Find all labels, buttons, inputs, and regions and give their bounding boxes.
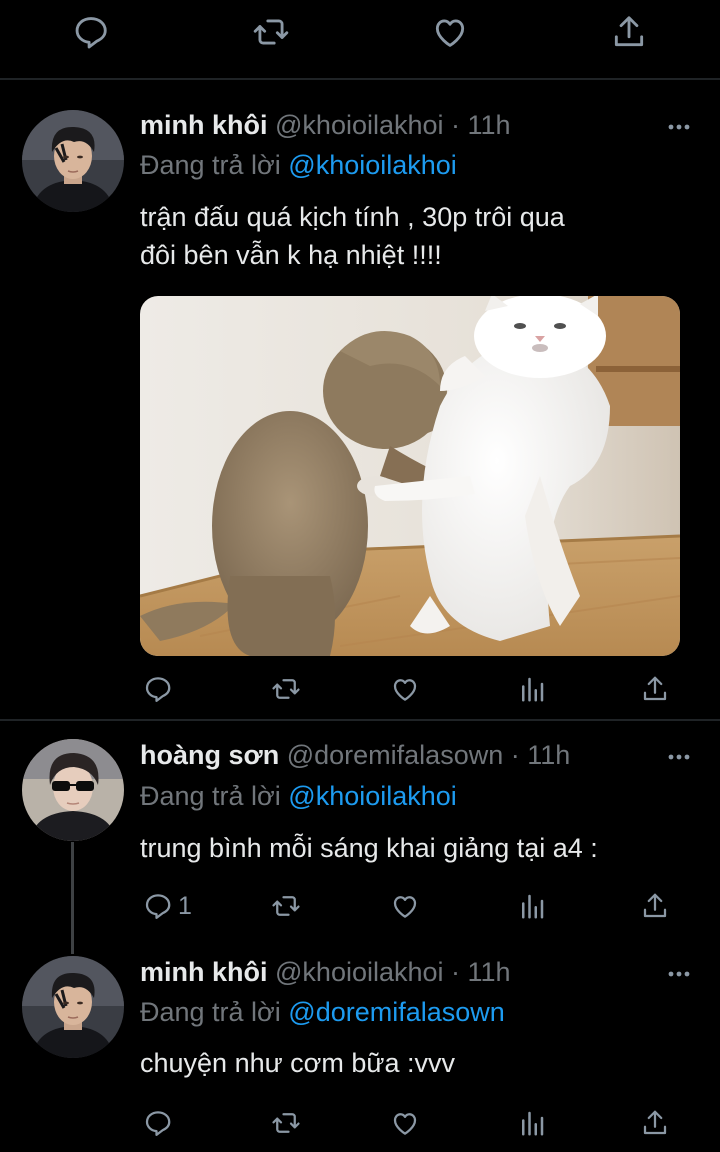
share-icon[interactable] <box>610 13 648 51</box>
tweet-text-line: trận đấu quá kịch tính , 30p trôi qua <box>140 202 565 232</box>
reply-icon[interactable] <box>143 1108 173 1138</box>
retweet-icon[interactable] <box>271 891 301 921</box>
timestamp[interactable]: · 11h <box>511 740 571 770</box>
replying-to: Đang trả lời @khoioilakhoi <box>140 781 457 812</box>
mention-link[interactable]: @khoioilakhoi <box>288 150 457 180</box>
reply-icon[interactable] <box>143 674 173 704</box>
tweet-text: trung bình mỗi sáng khai giảng tại a4 : <box>140 829 598 867</box>
like-icon[interactable] <box>390 674 420 704</box>
retweet-icon[interactable] <box>252 13 290 51</box>
analytics-icon[interactable] <box>517 1108 547 1138</box>
display-name[interactable]: hoàng sơn <box>140 740 279 770</box>
like-icon[interactable] <box>431 13 469 51</box>
display-name[interactable]: minh khôi <box>140 110 268 140</box>
timestamp[interactable]: · 11h <box>451 957 511 987</box>
replying-to: Đang trả lời @doremifalasown <box>140 997 505 1028</box>
tweet-header: minh khôi @khoioilakhoi · 11h <box>140 957 511 988</box>
replying-to-label: Đang trả lời <box>140 781 281 811</box>
divider <box>0 78 720 80</box>
reply-count: 1 <box>178 892 192 920</box>
share-icon[interactable] <box>640 891 670 921</box>
share-icon[interactable] <box>640 1108 670 1138</box>
avatar[interactable] <box>22 956 124 1058</box>
user-handle[interactable]: @khoioilakhoi <box>275 110 444 140</box>
more-options-icon[interactable] <box>665 117 695 137</box>
thread-line <box>71 842 74 954</box>
tweet-header: hoàng sơn @doremifalasown · 11h <box>140 740 570 771</box>
like-icon[interactable] <box>390 1108 420 1138</box>
mention-link[interactable]: @khoioilakhoi <box>288 781 457 811</box>
avatar[interactable] <box>22 110 124 212</box>
tweet-header: minh khôi @khoioilakhoi · 11h <box>140 110 511 141</box>
replying-to-label: Đang trả lời <box>140 997 281 1027</box>
retweet-icon[interactable] <box>271 1108 301 1138</box>
display-name[interactable]: minh khôi <box>140 957 268 987</box>
share-icon[interactable] <box>640 674 670 704</box>
divider <box>0 719 720 721</box>
analytics-icon[interactable] <box>517 674 547 704</box>
tweet-text-line: trung bình mỗi sáng khai giảng tại a4 : <box>140 833 598 863</box>
tweet-text-line: đôi bên vẫn k hạ nhiệt !!!! <box>140 240 442 270</box>
tweet-text: chuyện như cơm bữa :vvv <box>140 1044 455 1082</box>
retweet-icon[interactable] <box>271 674 301 704</box>
like-icon[interactable] <box>390 891 420 921</box>
analytics-icon[interactable] <box>517 891 547 921</box>
replying-to-label: Đang trả lời <box>140 150 281 180</box>
reply-icon[interactable] <box>72 13 110 51</box>
reply-icon[interactable] <box>143 891 173 921</box>
user-handle[interactable]: @doremifalasown <box>287 740 504 770</box>
timestamp[interactable]: · 11h <box>451 110 511 140</box>
replying-to: Đang trả lời @khoioilakhoi <box>140 150 457 181</box>
more-options-icon[interactable] <box>665 964 695 984</box>
mention-link[interactable]: @doremifalasown <box>288 997 505 1027</box>
avatar[interactable] <box>22 739 124 841</box>
tweet-text: trận đấu quá kịch tính , 30p trôi qua đô… <box>140 198 565 274</box>
more-options-icon[interactable] <box>665 747 695 767</box>
user-handle[interactable]: @khoioilakhoi <box>275 957 444 987</box>
tweet-media-image[interactable] <box>140 296 680 656</box>
tweet-text-line: chuyện như cơm bữa :vvv <box>140 1048 455 1078</box>
